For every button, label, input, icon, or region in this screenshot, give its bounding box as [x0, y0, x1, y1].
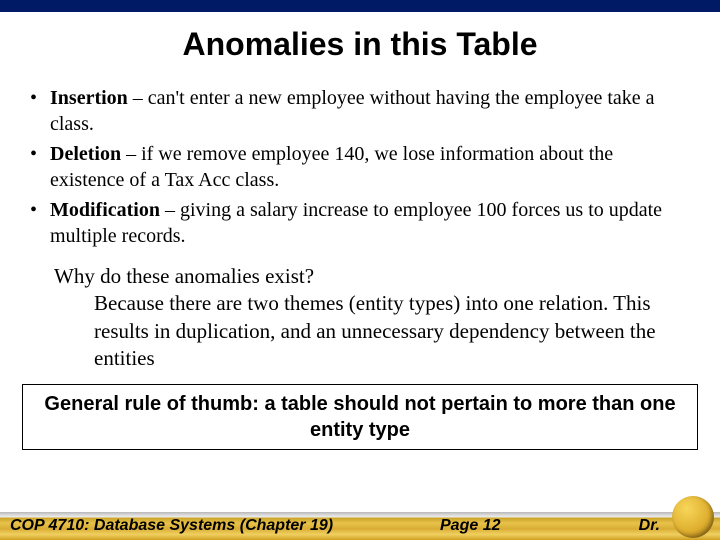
term: Insertion [50, 87, 128, 109]
why-answer: Because there are two themes (entity typ… [54, 290, 692, 372]
rule-box: General rule of thumb: a table should no… [22, 384, 698, 450]
list-item: Modification – giving a salary increase … [28, 197, 692, 249]
term-text: – if we remove employee 140, we lose inf… [50, 143, 613, 191]
author-label: Dr. [639, 517, 660, 535]
why-block: Why do these anomalies exist? Because th… [28, 263, 692, 372]
list-item: Deletion – if we remove employee 140, we… [28, 141, 692, 193]
course-label: COP 4710: Database Systems (Chapter 19) [10, 517, 333, 535]
term: Modification [50, 199, 160, 221]
slide-title: Anomalies in this Table [0, 26, 720, 63]
term: Deletion [50, 143, 121, 165]
term-text: – can't enter a new employee without hav… [50, 87, 655, 135]
why-question: Why do these anomalies exist? [54, 264, 314, 288]
page-label: Page 12 [440, 517, 500, 535]
list-item: Insertion – can't enter a new employee w… [28, 85, 692, 137]
slide-content: Insertion – can't enter a new employee w… [0, 85, 720, 372]
top-border-bar [0, 0, 720, 12]
footer: COP 4710: Database Systems (Chapter 19) … [0, 510, 720, 540]
ucf-logo-icon [672, 496, 714, 538]
footer-bar: COP 4710: Database Systems (Chapter 19) … [0, 510, 720, 540]
anomaly-list: Insertion – can't enter a new employee w… [28, 85, 692, 249]
